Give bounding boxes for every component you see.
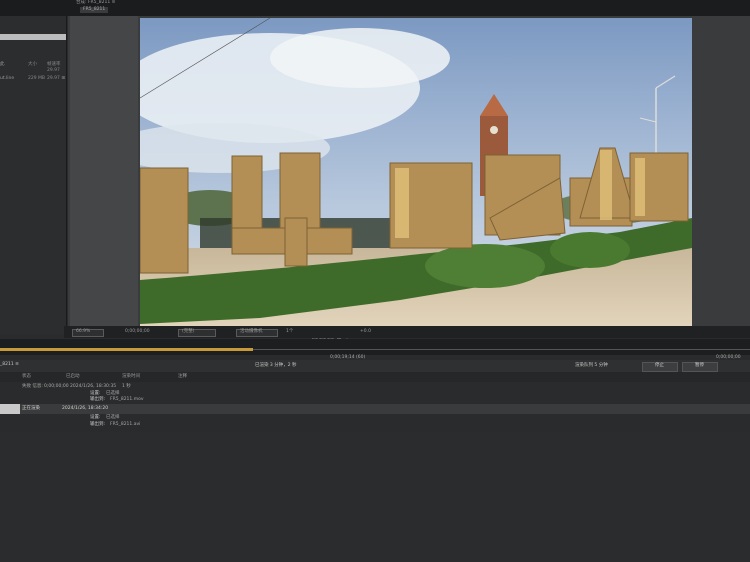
views-value[interactable]: 1个	[286, 329, 293, 335]
row-output-label: 输出到:	[90, 397, 106, 402]
render-queue-row-active[interactable]	[0, 404, 750, 414]
project-item-label[interactable]: 此	[0, 62, 5, 68]
composition-tab[interactable]: 合成: FR5_8211 ≡	[76, 0, 115, 5]
pause-button-label: 暂停	[695, 363, 704, 368]
timeline-ruler[interactable]	[0, 339, 750, 355]
column-status[interactable]: 状态	[22, 374, 31, 380]
project-item-rate: 29.97	[47, 68, 60, 73]
row-output-label: 输出到:	[90, 422, 106, 427]
project-column-size[interactable]: 大小	[28, 62, 37, 68]
row-render-time: 1 秒	[122, 384, 131, 389]
viewer-toolbar	[64, 326, 750, 338]
project-item-label[interactable]: ut.line	[0, 76, 14, 82]
resolution-value: (完整)	[182, 329, 195, 334]
row-setting-label: 设置:	[90, 415, 101, 420]
row-started: 2024/1/26, 18:34:20	[62, 406, 109, 411]
project-item-size: 229 MB	[28, 76, 45, 81]
stop-button-label: 停止	[655, 363, 664, 368]
render-queue-header	[0, 360, 750, 372]
row-status: 正在渲染	[22, 406, 40, 411]
project-item-rate: 29.97 ⊞	[47, 76, 66, 81]
viewer-pasteboard	[70, 16, 138, 328]
zoom-value: 66.9%	[76, 329, 91, 334]
row-started: 0;00;00;00 2024/1/26, 18:30:35	[44, 384, 117, 389]
project-preview-bar	[0, 34, 66, 40]
camera-value: 活动摄像机	[240, 329, 263, 334]
footage-image	[140, 18, 692, 326]
render-progress-track	[253, 349, 750, 350]
footage-frame[interactable]	[140, 18, 692, 326]
render-queue-column-header	[0, 372, 750, 382]
column-comment[interactable]: 注释	[178, 374, 187, 380]
row-status: 失败 信息:	[22, 384, 43, 389]
viewer-icon-group[interactable]	[311, 329, 352, 344]
column-render-time[interactable]: 渲染时间	[122, 374, 140, 380]
row-output-value[interactable]: FR5_8211.avi	[110, 422, 140, 428]
row-setting-value[interactable]: 已选择	[106, 415, 120, 421]
exposure-value[interactable]: +0.0	[360, 329, 371, 335]
elapsed-label: 已渲染 3 分钟，2 秒	[255, 363, 297, 368]
render-queue-tab[interactable]: _8211 ≡	[0, 362, 19, 368]
column-started[interactable]: 已启动	[66, 374, 80, 380]
row-output-value[interactable]: FR5_8211.mov	[110, 397, 144, 403]
render-progress-bar	[0, 348, 253, 351]
remaining-label: 渲染队列 5 分钟	[575, 363, 608, 368]
composition-subtab[interactable]: FR5_8211	[80, 7, 109, 13]
row-selection-marker	[0, 404, 20, 414]
render-queue-empty-area	[0, 432, 750, 562]
viewer-timecode[interactable]: 0;00;00;00	[125, 329, 150, 335]
